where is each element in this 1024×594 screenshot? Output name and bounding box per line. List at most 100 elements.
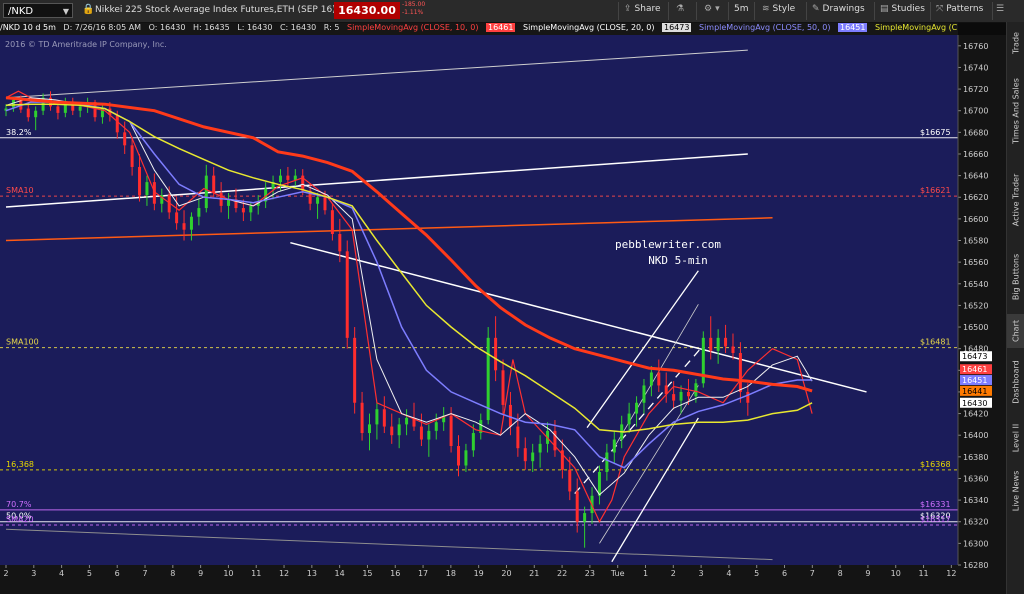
share-label: Share — [634, 4, 661, 14]
candle-body — [746, 391, 750, 403]
candle-body — [716, 337, 720, 351]
candle-body — [427, 430, 431, 440]
x-tick-label: 3 — [31, 569, 36, 578]
y-tick-label: 16740 — [963, 63, 988, 72]
sma10-value: 16461 — [485, 23, 516, 32]
y-tick-label: 16560 — [963, 258, 988, 267]
candle-body — [694, 383, 698, 397]
toolbar-separator — [992, 2, 993, 20]
studies-button[interactable]: ▤ Studies — [880, 4, 925, 14]
patterns-icon: ⤧ — [936, 4, 944, 14]
candle-body — [538, 443, 542, 453]
candle-body — [635, 402, 639, 414]
tab-big-buttons-label: Big Buttons — [1011, 253, 1021, 301]
x-tick-label: 8 — [170, 569, 175, 578]
x-tick-label: 12 — [946, 569, 956, 578]
gear-icon: ⚙ — [704, 4, 713, 14]
share-button[interactable]: ⇪ Share — [624, 4, 661, 14]
x-tick-label: 3 — [699, 569, 704, 578]
candle-body — [138, 166, 142, 196]
candle-body — [471, 433, 475, 451]
candle-body — [419, 426, 423, 440]
level-label: 16,368 — [6, 460, 34, 469]
copyright-text: 2016 © TD Ameritrade IP Company, Inc. — [5, 40, 167, 49]
tab-big-buttons[interactable]: Big Buttons — [1007, 244, 1024, 310]
lock-icon[interactable]: 🔒 — [82, 4, 94, 15]
style-button[interactable]: ≋ Style — [762, 4, 795, 14]
candle-body — [523, 448, 527, 462]
price-badge-label: 16441 — [962, 387, 987, 396]
candle-body — [686, 391, 690, 397]
x-tick-label: 18 — [446, 569, 456, 578]
x-tick-label: 7 — [142, 569, 147, 578]
symbol-selector[interactable]: /NKD ▼ — [3, 3, 73, 18]
x-tick-label: 16 — [390, 569, 400, 578]
candle-body — [204, 175, 208, 209]
level-label: 38.2% — [6, 128, 32, 137]
y-tick-label: 16680 — [963, 128, 988, 137]
x-tick-label: 19 — [474, 569, 484, 578]
y-tick-label: 16600 — [963, 215, 988, 224]
candle-body — [501, 370, 505, 405]
tab-live-news-label: Live News — [1011, 470, 1021, 512]
x-tick-label: 9 — [865, 569, 870, 578]
tab-live-news[interactable]: Live News — [1007, 464, 1024, 518]
price-badge-label: 16473 — [962, 352, 987, 361]
tab-trade[interactable]: Trade — [1007, 26, 1024, 60]
candle-body — [316, 197, 320, 204]
tab-chart[interactable]: Chart — [1007, 314, 1024, 348]
y-tick-label: 16320 — [963, 518, 988, 527]
tab-times-and-sales[interactable]: Times And Sales — [1007, 66, 1024, 156]
plot-background — [0, 35, 958, 565]
y-tick-label: 16420 — [963, 410, 988, 419]
candle-body — [249, 205, 253, 213]
menu-button[interactable]: ☰ — [996, 4, 1007, 14]
level-label: 70.7% — [6, 500, 32, 509]
x-tick-label: 6 — [782, 569, 787, 578]
candle-body — [189, 216, 193, 230]
candle-body — [367, 424, 371, 434]
watermark-line: pebblewriter.com — [615, 238, 721, 251]
y-tick-label: 16700 — [963, 107, 988, 116]
candle-body — [657, 372, 661, 386]
change-percent: -1.11% — [402, 9, 424, 16]
x-tick-label: 4 — [726, 569, 731, 578]
y-tick-label: 16280 — [963, 561, 988, 570]
studies-label: Studies — [891, 4, 925, 14]
settings-button[interactable]: ⚙ ▾ — [704, 4, 720, 14]
candle-body — [612, 439, 616, 453]
x-tick-label: 21 — [529, 569, 539, 578]
candle-body — [672, 394, 676, 401]
x-tick-label: 7 — [810, 569, 815, 578]
candle-body — [123, 132, 127, 146]
level-price-label: $16621 — [920, 186, 951, 195]
toolbar-separator — [754, 2, 755, 20]
bar-range: R: 5 — [323, 23, 340, 32]
y-tick-label: 16720 — [963, 85, 988, 94]
candle-body — [434, 422, 438, 431]
flask-button[interactable]: ⚗ — [676, 4, 687, 14]
patterns-button[interactable]: ⤧ Patterns — [936, 4, 983, 14]
candle-body — [709, 337, 713, 351]
candle-body — [583, 513, 587, 522]
sma100-label: SimpleMovingAvg (CLOSE, 1 — [874, 23, 958, 32]
tab-active-trader[interactable]: Active Trader — [1007, 160, 1024, 240]
chevron-down-icon: ▾ — [715, 4, 720, 14]
right-sidebar: Trade Times And Sales Active Trader Big … — [1006, 22, 1024, 594]
drawings-label: Drawings — [822, 4, 865, 14]
y-tick-label: 16620 — [963, 193, 988, 202]
tab-level-ii[interactable]: Level II — [1007, 416, 1024, 460]
bar-low: L: 16430 — [237, 23, 273, 32]
interval-button[interactable]: 5m — [734, 4, 749, 14]
chart-area[interactable]: 2016 © TD Ameritrade IP Company, Inc. peb… — [0, 22, 1006, 594]
candle-body — [115, 115, 119, 133]
chevron-down-icon[interactable]: ▼ — [63, 4, 69, 19]
drawings-button[interactable]: ✎ Drawings — [812, 4, 865, 14]
y-tick-label: 16760 — [963, 42, 988, 51]
x-tick-label: 12 — [279, 569, 289, 578]
candle-body — [175, 212, 179, 224]
tab-times-and-sales-label: Times And Sales — [1011, 78, 1021, 144]
candle-body — [227, 199, 231, 206]
tab-dashboard[interactable]: Dashboard — [1007, 352, 1024, 412]
candle-body — [293, 175, 297, 180]
